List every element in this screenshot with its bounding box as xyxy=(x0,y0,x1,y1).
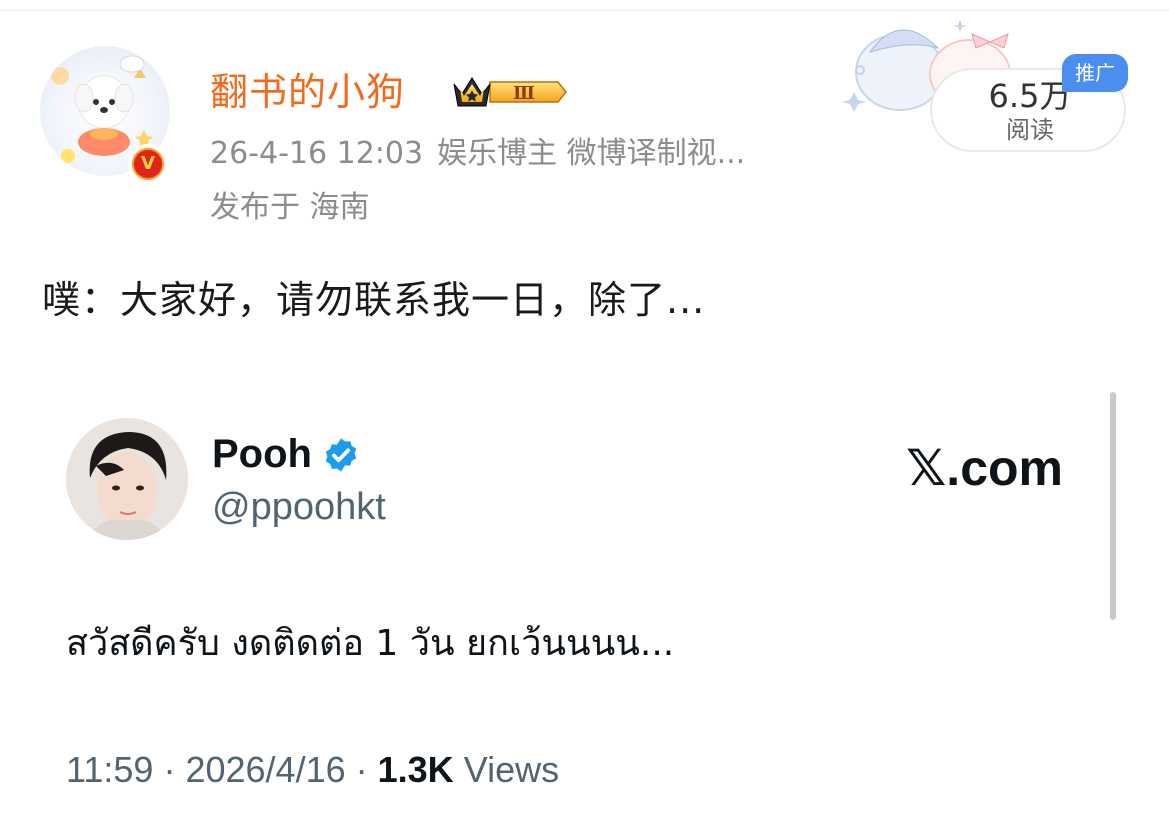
x-brand-dot: . xyxy=(946,440,961,496)
author-avatar-wrap[interactable]: V xyxy=(36,36,176,186)
footer-separator: · xyxy=(355,749,368,790)
crown-vip-icon: Ⅲ xyxy=(453,77,567,107)
x-verified-icon xyxy=(325,438,357,472)
read-label: 阅读 xyxy=(1006,116,1054,144)
post-category[interactable]: 娱乐博主 微博译制视... xyxy=(437,136,745,171)
tweet-time: 11:59 xyxy=(66,749,154,790)
verified-v-icon: V xyxy=(128,144,168,184)
profile-photo-icon xyxy=(66,418,188,540)
post-meta: 26-4-16 12:03 娱乐博主 微博译制视... xyxy=(210,134,745,174)
vip-level-text: Ⅲ xyxy=(513,83,535,104)
views-count: 1.3K xyxy=(377,749,454,790)
x-brand-text: com xyxy=(960,440,1064,496)
post-text[interactable]: 噗：大家好，请勿联系我一日，除了... xyxy=(42,274,705,326)
x-handle: @ppoohkt xyxy=(212,486,386,528)
x-logo-icon: 𝕏 xyxy=(906,439,947,497)
footer-separator: · xyxy=(163,749,176,790)
tweet-date: 2026/4/16 xyxy=(185,749,346,790)
verified-v-mark: V xyxy=(134,150,162,178)
top-divider xyxy=(0,10,1169,11)
promote-button[interactable]: 推广 xyxy=(1062,54,1128,92)
x-display-name: Pooh xyxy=(212,432,312,476)
post-location: 发布于 海南 xyxy=(210,190,370,225)
post-timestamp: 26-4-16 12:03 xyxy=(210,136,424,171)
x-avatar xyxy=(66,418,188,540)
x-brand: 𝕏.com xyxy=(906,440,1063,496)
tweet-text: สวัสดีครับ งดติดต่อ 1 วัน ยกเว้นนนน... xyxy=(66,623,675,664)
tweet-footer: 11:59 · 2026/4/16 · 1.3K Views xyxy=(66,746,559,794)
author-name[interactable]: 翻书的小狗 xyxy=(210,68,405,116)
views-label: Views xyxy=(463,749,560,790)
scrollbar[interactable] xyxy=(1110,392,1116,620)
